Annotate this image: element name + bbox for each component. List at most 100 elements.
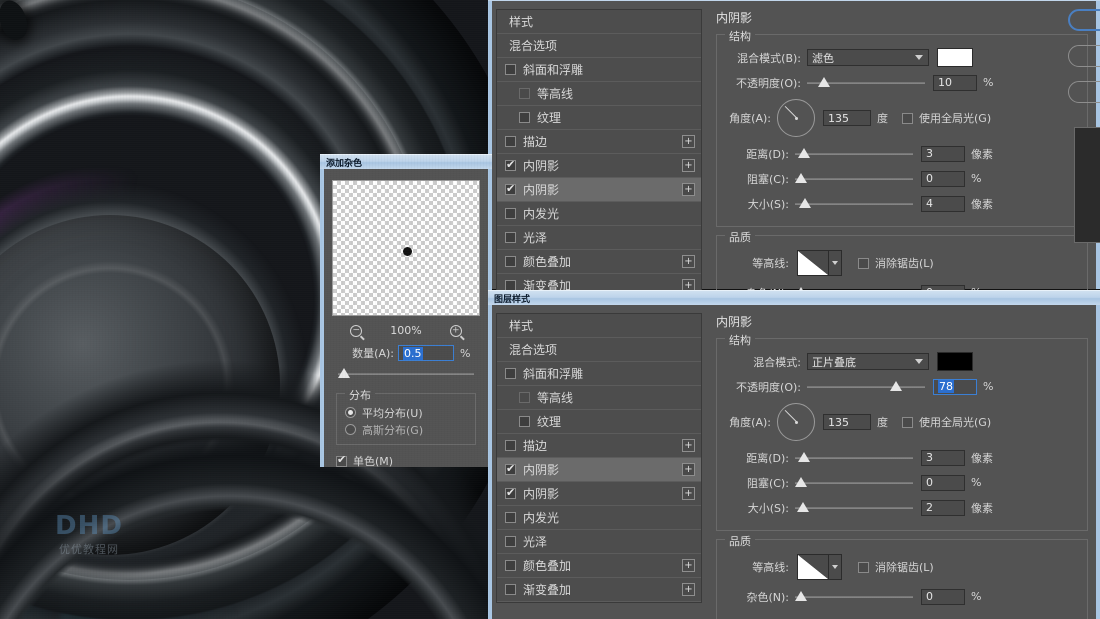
effect-checkbox-icon[interactable] — [505, 584, 516, 595]
effect-checkbox-icon[interactable] — [505, 136, 516, 147]
contour-thumbnail[interactable] — [797, 554, 829, 580]
distance-input[interactable]: 3 — [921, 449, 965, 466]
add-noise-dialog[interactable]: 添加杂色 − 100% + 数量(A): 0.5 % 分布 平均分布(U) 高斯… — [320, 154, 492, 469]
effect-checkbox-icon[interactable] — [519, 112, 530, 123]
anti-alias-checkbox[interactable] — [858, 561, 869, 573]
effect-item-11[interactable]: 渐变叠加 + — [497, 578, 701, 602]
layer-style-top-effects-list[interactable]: 样式混合选项斜面和浮雕等高线纹理描边+内阴影+内阴影+内发光光泽颜色叠加+渐变叠… — [496, 9, 702, 299]
effect-checkbox-icon[interactable] — [505, 512, 516, 523]
effect-item-7[interactable]: 内阴影 + — [497, 482, 701, 506]
effect-checkbox-icon[interactable] — [505, 158, 516, 171]
add-effect-icon[interactable]: + — [682, 159, 695, 172]
effect-item-4[interactable]: 纹理 — [497, 410, 701, 434]
ok-button[interactable] — [1068, 9, 1100, 31]
opacity-slider[interactable] — [807, 76, 925, 90]
zoom-in-icon[interactable]: + — [449, 324, 462, 337]
noise-slider[interactable] — [795, 590, 913, 604]
choke-slider-thumb[interactable] — [795, 476, 807, 487]
effect-item-10[interactable]: 颜色叠加 + — [497, 250, 701, 274]
effect-checkbox-icon[interactable] — [505, 64, 516, 75]
radio-uniform[interactable]: 平均分布(U) — [345, 404, 467, 421]
angle-dial[interactable] — [777, 403, 815, 441]
use-global-light-checkbox[interactable] — [902, 416, 913, 428]
effect-item-10[interactable]: 颜色叠加 + — [497, 554, 701, 578]
size-slider[interactable] — [795, 197, 913, 211]
choke-slider-thumb[interactable] — [795, 172, 807, 183]
effect-item-1[interactable]: 混合选项 — [497, 34, 701, 58]
opacity-slider-thumb[interactable] — [889, 380, 902, 391]
blend-mode-select[interactable]: 正片叠底 — [807, 353, 929, 370]
add-effect-icon[interactable]: + — [682, 463, 695, 476]
opacity-input[interactable]: 10 — [933, 74, 977, 91]
distance-slider[interactable] — [795, 147, 913, 161]
effect-checkbox-icon[interactable] — [519, 88, 530, 99]
effect-item-0[interactable]: 样式 — [497, 10, 701, 34]
monochromatic-checkbox[interactable]: ✔ 单色(M) — [336, 453, 488, 469]
effect-item-5[interactable]: 描边 + — [497, 130, 701, 154]
noise-amount-slider-thumb[interactable] — [338, 368, 350, 378]
layer-style-bottom-titlebar[interactable]: 图层样式 — [488, 290, 1100, 305]
add-noise-titlebar[interactable]: 添加杂色 — [320, 154, 492, 169]
distance-slider-thumb[interactable] — [798, 147, 811, 158]
new-style-button[interactable] — [1068, 81, 1100, 103]
size-input[interactable]: 2 — [921, 499, 965, 516]
add-effect-icon[interactable]: + — [682, 487, 695, 500]
size-slider-thumb[interactable] — [797, 501, 810, 512]
add-effect-icon[interactable]: + — [682, 439, 695, 452]
angle-dial[interactable] — [777, 99, 815, 137]
size-slider[interactable] — [795, 501, 913, 515]
effect-item-9[interactable]: 光泽 — [497, 226, 701, 250]
layer-style-top-settings-pane[interactable]: 内阴影 结构 混合模式(B): 滤色 不透明度(O): 10 % 角度(A): … — [702, 9, 1096, 316]
contour-chevron-down-icon[interactable] — [829, 250, 842, 276]
distance-slider[interactable] — [795, 451, 913, 465]
size-input[interactable]: 4 — [921, 195, 965, 212]
chevron-down-icon[interactable] — [915, 55, 923, 60]
anti-alias-checkbox[interactable] — [858, 257, 869, 269]
layer-style-dialog-bottom[interactable]: 图层样式 样式混合选项斜面和浮雕等高线纹理描边 + 内阴影 + 内阴影 + 内发光光泽颜色叠… — [488, 290, 1100, 619]
effect-item-8[interactable]: 内发光 — [497, 202, 701, 226]
effect-checkbox-icon[interactable] — [505, 536, 516, 547]
effect-item-1[interactable]: 混合选项 — [497, 338, 701, 362]
opacity-slider-thumb[interactable] — [817, 76, 830, 87]
size-slider-thumb[interactable] — [799, 197, 812, 208]
choke-slider[interactable] — [795, 476, 913, 490]
choke-slider[interactable] — [795, 172, 913, 186]
effect-checkbox-icon[interactable] — [505, 256, 516, 267]
noise-preview-thumbnail[interactable] — [332, 180, 480, 316]
noise-input[interactable]: 0 — [921, 588, 965, 605]
effect-item-4[interactable]: 纹理 — [497, 106, 701, 130]
radio-gaussian-icon[interactable] — [345, 424, 356, 435]
choke-input[interactable]: 0 — [921, 170, 965, 187]
add-effect-icon[interactable]: + — [682, 255, 695, 268]
effect-item-6[interactable]: 内阴影 + — [497, 458, 701, 482]
radio-gaussian[interactable]: 高斯分布(G) — [345, 421, 467, 438]
effect-item-7[interactable]: 内阴影 + — [497, 178, 701, 202]
add-effect-icon[interactable]: + — [682, 559, 695, 572]
effect-item-3[interactable]: 等高线 — [497, 386, 701, 410]
monochromatic-check-icon[interactable]: ✔ — [336, 453, 347, 467]
effect-checkbox-icon[interactable] — [505, 462, 516, 475]
cancel-button[interactable] — [1068, 45, 1100, 67]
effect-checkbox-icon[interactable] — [505, 440, 516, 451]
layer-style-bottom-effects-list[interactable]: 样式混合选项斜面和浮雕等高线纹理描边+内阴影+内阴影+内发光光泽颜色叠加+渐变叠… — [496, 313, 702, 603]
add-effect-icon[interactable]: + — [682, 135, 695, 148]
noise-amount-slider[interactable] — [338, 367, 474, 381]
effect-item-9[interactable]: 光泽 — [497, 530, 701, 554]
effect-checkbox-icon[interactable] — [519, 416, 530, 427]
contour-picker[interactable] — [797, 554, 842, 580]
effect-item-2[interactable]: 斜面和浮雕 — [497, 58, 701, 82]
contour-chevron-down-icon[interactable] — [829, 554, 842, 580]
choke-input[interactable]: 0 — [921, 474, 965, 491]
effect-item-3[interactable]: 等高线 — [497, 82, 701, 106]
layer-style-bottom-settings-pane[interactable]: 内阴影 结构 混合模式: 正片叠底 不透明度(O): 78 % 角度(A): 1… — [702, 313, 1096, 619]
angle-input[interactable]: 135 — [823, 110, 871, 126]
distance-input[interactable]: 3 — [921, 145, 965, 162]
effect-item-2[interactable]: 斜面和浮雕 — [497, 362, 701, 386]
effect-item-0[interactable]: 样式 — [497, 314, 701, 338]
effect-checkbox-icon[interactable] — [519, 392, 530, 403]
opacity-slider[interactable] — [807, 380, 925, 394]
effect-item-8[interactable]: 内发光 — [497, 506, 701, 530]
add-effect-icon[interactable]: + — [682, 183, 695, 196]
opacity-input[interactable]: 78 — [933, 378, 977, 395]
shadow-color-swatch[interactable] — [937, 48, 973, 67]
